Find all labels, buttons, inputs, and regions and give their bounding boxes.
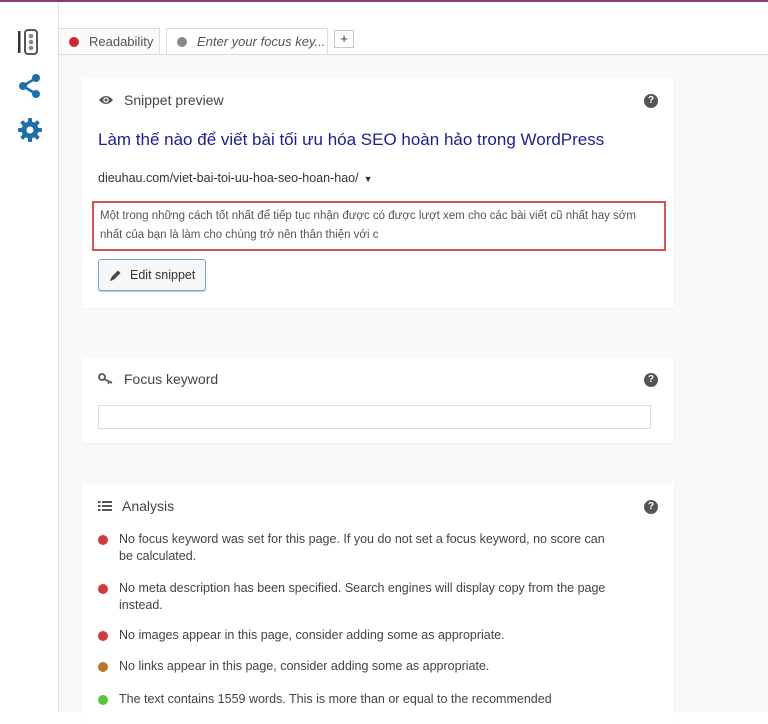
metabox-sidebar	[0, 2, 59, 712]
key-icon	[98, 373, 114, 385]
focus-help-icon[interactable]: ?	[644, 373, 658, 387]
analysis-item: No images appear in this page, consider …	[98, 627, 618, 644]
url-dropdown-caret-icon[interactable]: ▼	[364, 174, 373, 184]
analysis-help-icon[interactable]: ?	[644, 500, 658, 514]
share-icon[interactable]	[16, 72, 44, 100]
snippet-preview-section: Snippet preview ? Làm thế nào để viết bà…	[82, 78, 674, 308]
status-bullet	[98, 662, 108, 672]
tab-focus-keyword[interactable]: Enter your focus key...	[166, 28, 328, 54]
edit-snippet-button[interactable]: Edit snippet	[98, 259, 207, 291]
focus-keyword-heading: Focus keyword	[98, 371, 218, 387]
tab-label: Enter your focus key...	[197, 34, 326, 49]
analysis-item: The text contains 1559 words. This is mo…	[98, 691, 618, 708]
status-bullet	[98, 695, 108, 705]
snippet-url-text: dieuhau.com/viet-bai-toi-uu-hoa-seo-hoan…	[98, 171, 359, 185]
focus-status-dot	[177, 36, 187, 47]
gear-icon[interactable]	[16, 116, 44, 144]
snippet-url: dieuhau.com/viet-bai-toi-uu-hoa-seo-hoan…	[98, 171, 373, 185]
pencil-icon	[109, 269, 122, 282]
snippet-preview-heading: Snippet preview	[98, 92, 224, 108]
metabox-content: Snippet preview ? Làm thế nào để viết bà…	[59, 55, 768, 724]
eye-icon	[98, 94, 114, 106]
tab-readability[interactable]: Readability	[58, 28, 160, 54]
edit-snippet-label: Edit snippet	[130, 268, 196, 282]
snippet-help-icon[interactable]: ?	[644, 94, 658, 108]
tab-label: Readability	[89, 34, 154, 49]
focus-keyword-input[interactable]	[98, 405, 651, 429]
list-icon	[98, 500, 112, 512]
analysis-section: Analysis ? No focus keyword was set for …	[82, 484, 674, 724]
analysis-heading: Analysis	[98, 498, 174, 514]
traffic-light-icon[interactable]	[16, 28, 44, 56]
analysis-item: No focus keyword was set for this page. …	[98, 531, 618, 565]
status-bullet	[98, 535, 108, 545]
add-keyword-tab-button[interactable]: +	[334, 30, 354, 48]
analysis-tabs: Readability Enter your focus key... +	[58, 2, 768, 55]
status-bullet	[98, 631, 108, 641]
status-bullet	[98, 584, 108, 594]
analysis-item: No links appear in this page, consider a…	[98, 658, 618, 675]
snippet-title: Làm thế nào để viết bài tối ưu hóa SEO h…	[98, 130, 605, 149]
snippet-description: Một trong những cách tốt nhất để tiếp tụ…	[92, 201, 666, 251]
readability-status-dot	[69, 36, 79, 47]
analysis-item: No meta description has been specified. …	[98, 580, 618, 614]
focus-keyword-section: Focus keyword ?	[82, 357, 674, 443]
